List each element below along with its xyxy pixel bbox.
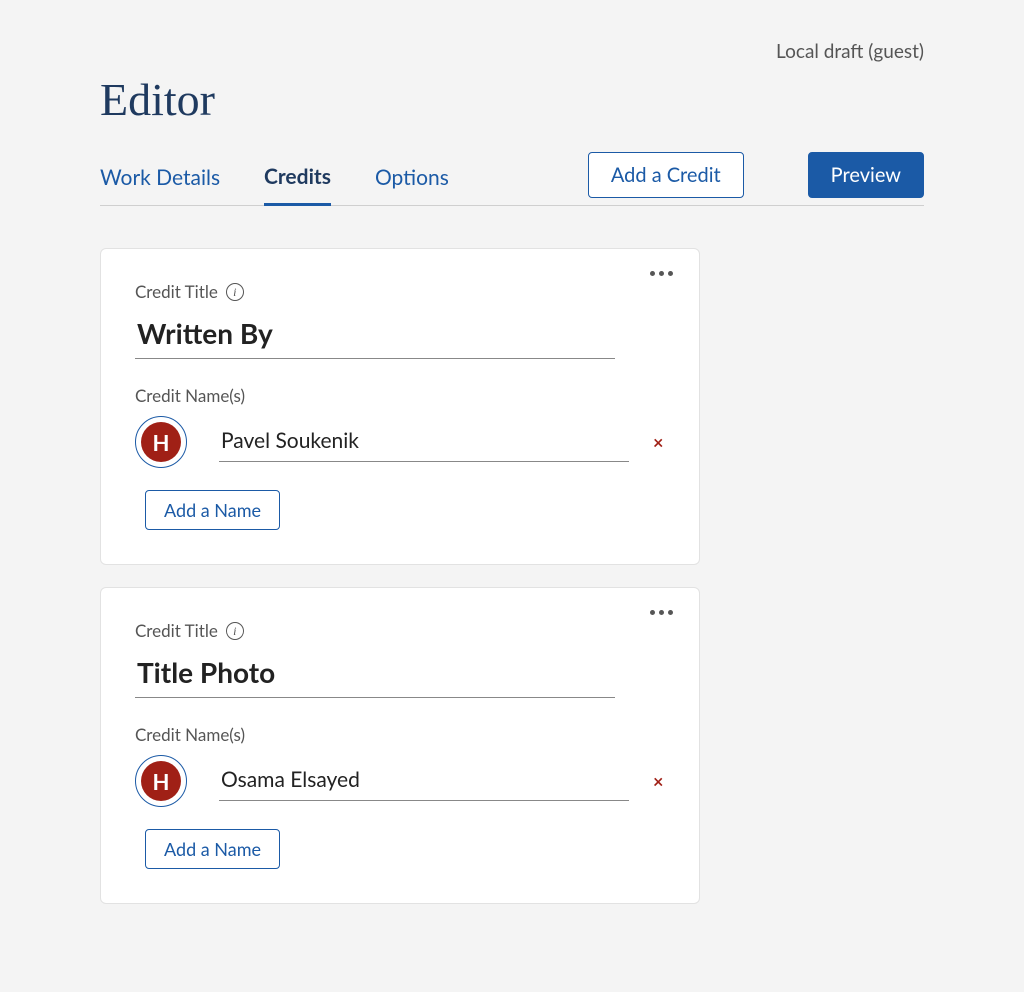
tabs-row: Work Details Credits Options Add a Credi…	[100, 154, 924, 206]
info-icon[interactable]: i	[226, 283, 244, 301]
avatar: H	[141, 422, 181, 462]
credit-title-input[interactable]	[135, 647, 615, 698]
tab-options[interactable]: Options	[375, 155, 449, 204]
page-title: Editor	[100, 73, 924, 126]
credit-names-label: Credit Name(s)	[135, 724, 665, 745]
credit-name-input[interactable]	[219, 422, 629, 462]
credit-title-label-text: Credit Title	[135, 281, 218, 302]
tab-work-details[interactable]: Work Details	[100, 155, 220, 204]
credit-card: Credit Title i Credit Name(s) H × Add a …	[100, 587, 700, 904]
status-text: Local draft (guest)	[100, 40, 924, 63]
credit-names-label: Credit Name(s)	[135, 385, 665, 406]
credit-name-row: H ×	[135, 755, 665, 807]
credit-title-label-text: Credit Title	[135, 620, 218, 641]
credit-title-input[interactable]	[135, 308, 615, 359]
remove-name-icon[interactable]: ×	[653, 770, 663, 792]
remove-name-icon[interactable]: ×	[653, 431, 663, 453]
avatar-ring[interactable]: H	[135, 755, 187, 807]
info-icon[interactable]: i	[226, 622, 244, 640]
preview-button[interactable]: Preview	[808, 152, 924, 198]
add-credit-button[interactable]: Add a Credit	[588, 152, 744, 198]
credit-title-label: Credit Title i	[135, 281, 665, 302]
more-menu-icon[interactable]	[650, 610, 673, 615]
credit-title-label: Credit Title i	[135, 620, 665, 641]
more-menu-icon[interactable]	[650, 271, 673, 276]
tab-credits[interactable]: Credits	[264, 154, 331, 206]
credit-name-input[interactable]	[219, 761, 629, 801]
avatar: H	[141, 761, 181, 801]
add-name-button[interactable]: Add a Name	[145, 829, 280, 869]
credit-name-row: H ×	[135, 416, 665, 468]
add-name-button[interactable]: Add a Name	[145, 490, 280, 530]
avatar-ring[interactable]: H	[135, 416, 187, 468]
credit-card: Credit Title i Credit Name(s) H × Add a …	[100, 248, 700, 565]
